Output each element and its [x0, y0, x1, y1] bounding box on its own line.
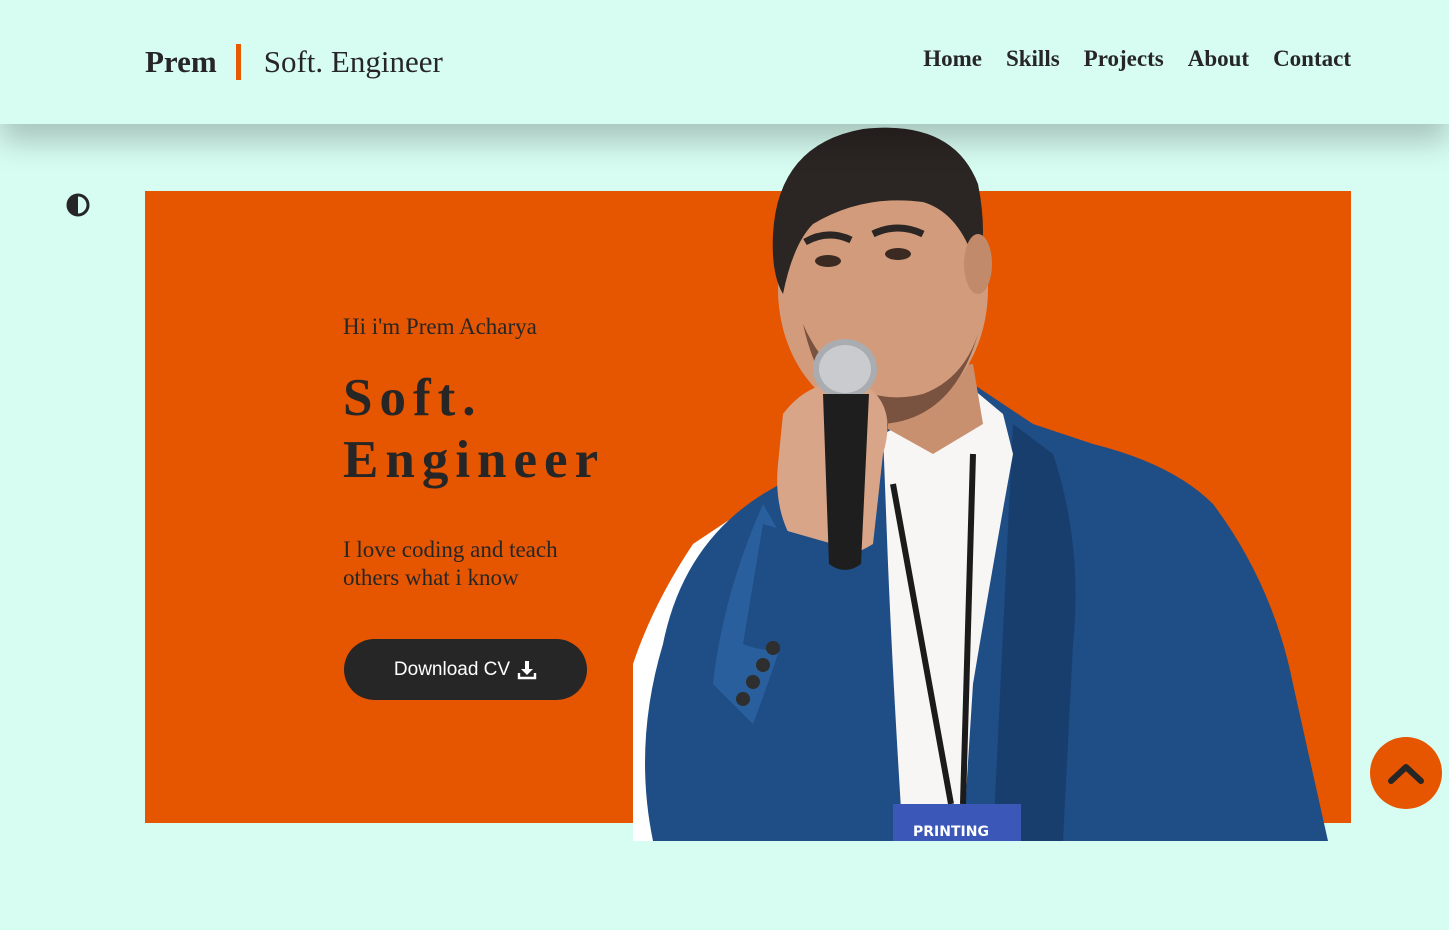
nav-link-contact[interactable]: Contact — [1273, 46, 1351, 72]
brand-divider — [235, 44, 241, 80]
chevron-up-icon — [1388, 764, 1424, 784]
brand-logo[interactable]: Prem Soft. Engineer — [145, 42, 443, 82]
nav-link-home[interactable]: Home — [923, 46, 982, 72]
download-cv-button[interactable]: Download CV — [344, 639, 587, 700]
main-nav: Home Skills Projects About Contact — [923, 46, 1351, 72]
profile-photo: PRINTING — [633, 124, 1351, 841]
brand-name: Prem — [145, 44, 217, 79]
nav-link-projects[interactable]: Projects — [1084, 46, 1164, 72]
download-icon — [517, 660, 537, 679]
portfolio-page: Prem Soft. Engineer Home Skills Projects… — [0, 0, 1449, 930]
contrast-icon — [66, 193, 90, 217]
profile-photo-illustration: PRINTING — [633, 127, 1328, 841]
scroll-to-top-button[interactable] — [1370, 737, 1442, 809]
brand-role: Soft. Engineer — [263, 44, 443, 79]
hero-title: Soft. Engineer — [343, 369, 606, 489]
nav-link-skills[interactable]: Skills — [1006, 46, 1060, 72]
hero-greeting: Hi i'm Prem Acharya — [343, 314, 537, 339]
badge-text: PRINTING — [913, 824, 989, 840]
nav-link-about[interactable]: About — [1188, 46, 1249, 72]
site-header: Prem Soft. Engineer Home Skills Projects… — [0, 0, 1449, 124]
theme-toggle-button[interactable] — [66, 193, 90, 217]
hero-tagline: I love coding and teach others what i kn… — [343, 537, 558, 590]
download-cv-label: Download CV — [393, 658, 511, 680]
